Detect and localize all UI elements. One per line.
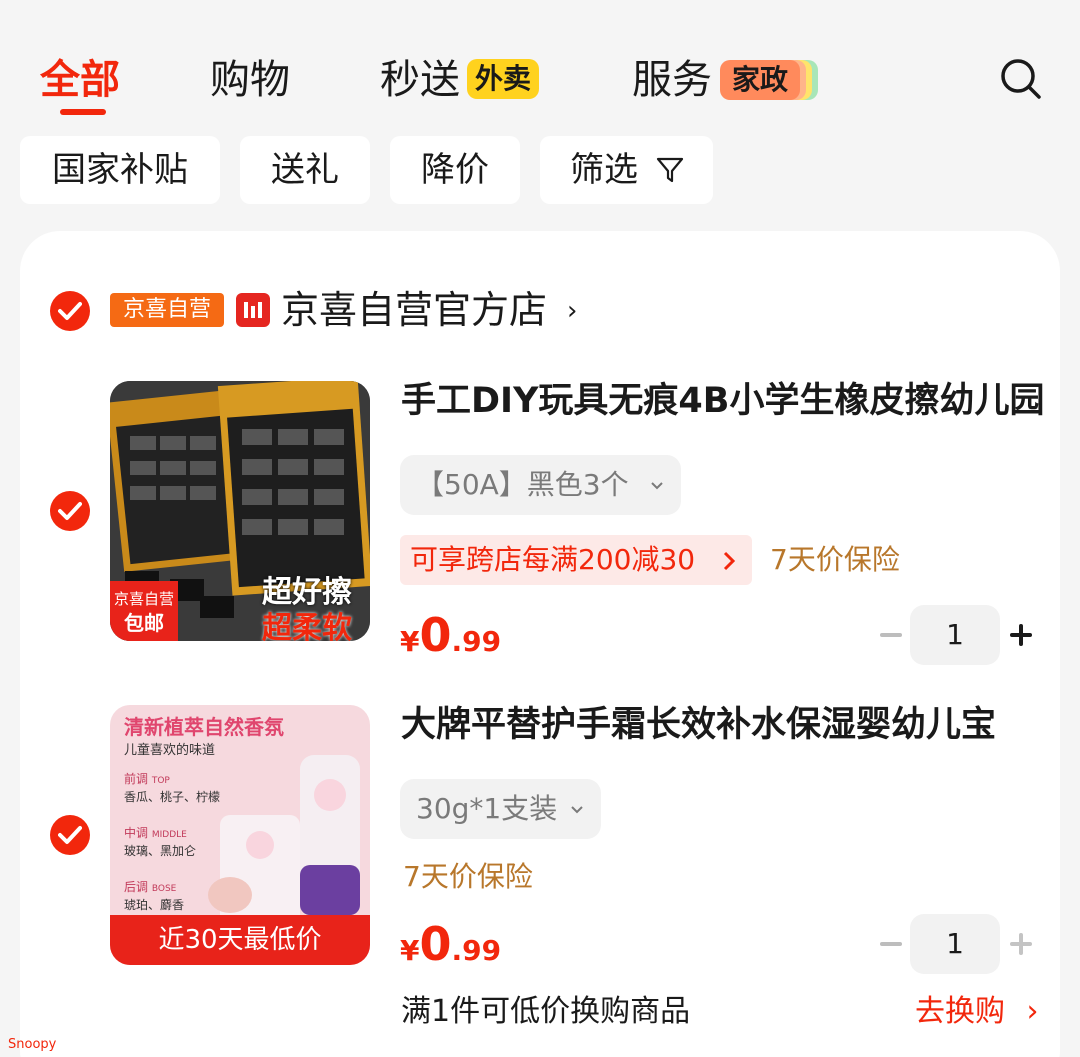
top-tab-bar: 全部 购物 秒送 外卖 服务 家政 bbox=[0, 0, 1080, 125]
product-title[interactable]: 手工DIY玩具无痕4B小学生橡皮擦幼儿园 bbox=[401, 378, 1044, 424]
quantity-increase-button[interactable] bbox=[1010, 933, 1032, 955]
thumb-headline: 清新植萃自然香氛 bbox=[124, 715, 284, 739]
checkmark-icon bbox=[58, 826, 82, 844]
chevron-down-icon bbox=[651, 482, 663, 490]
watermark-text: Snoopy bbox=[8, 1037, 57, 1052]
store-logo-icon bbox=[236, 293, 270, 327]
search-icon[interactable] bbox=[1000, 58, 1042, 100]
thumb-note-base: 后调 BOSE 琥珀、麝香 bbox=[124, 880, 185, 912]
product-price: ¥0.99 bbox=[400, 917, 502, 971]
product-spec-selector[interactable]: 【50A】黑色3个 bbox=[400, 455, 681, 515]
tab-all[interactable]: 全部 bbox=[40, 56, 120, 104]
item-select-checkbox[interactable] bbox=[50, 815, 90, 855]
product-thumbnail-eraser[interactable]: 京喜自营 包邮 超好擦 超柔软 bbox=[110, 381, 370, 641]
quantity-increase-button[interactable] bbox=[1010, 624, 1032, 646]
service-housekeeping-badge: 家政 bbox=[720, 60, 820, 100]
chevron-right-icon[interactable]: › bbox=[567, 296, 577, 326]
store-select-checkbox[interactable] bbox=[50, 291, 90, 331]
active-tab-indicator bbox=[60, 109, 106, 115]
chevron-right-icon: › bbox=[1026, 994, 1039, 1029]
quantity-input[interactable]: 1 bbox=[910, 914, 1000, 974]
tab-shopping[interactable]: 购物 bbox=[210, 56, 290, 104]
lowest-price-banner: 近30天最低价 bbox=[110, 915, 370, 965]
tab-express[interactable]: 秒送 bbox=[380, 56, 460, 104]
filter-chip-gift[interactable]: 送礼 bbox=[240, 136, 370, 204]
thumb-note-middle: 中调 MIDDLE 玻璃、黑加仑 bbox=[124, 826, 197, 858]
quantity-decrease-button[interactable] bbox=[880, 942, 902, 946]
item-select-checkbox[interactable] bbox=[50, 491, 90, 531]
filter-chip-subsidy[interactable]: 国家补贴 bbox=[20, 136, 220, 204]
quantity-decrease-button[interactable] bbox=[880, 633, 902, 637]
tab-service[interactable]: 服务 bbox=[632, 56, 712, 104]
promo-text: 可享跨店每满200减30 bbox=[410, 543, 696, 576]
checkmark-icon bbox=[58, 302, 82, 320]
exchange-purchase-note: 满1件可低价换购商品 bbox=[401, 994, 691, 1029]
filter-chip-filter-label: 筛选 bbox=[570, 150, 638, 190]
funnel-icon bbox=[656, 157, 684, 183]
filter-chip-price-drop[interactable]: 降价 bbox=[390, 136, 520, 204]
hand-cream-tubes-image bbox=[208, 755, 360, 925]
checkmark-icon bbox=[58, 502, 82, 520]
cross-store-promo[interactable]: 可享跨店每满200减30 bbox=[400, 535, 752, 585]
product-spec-selector[interactable]: 30g*1支装 bbox=[400, 779, 601, 839]
product-price: ¥0.99 bbox=[400, 608, 502, 662]
price-protection-badge[interactable]: 7天价保险 bbox=[770, 540, 900, 580]
thumb-slogan-2: 超柔软 bbox=[262, 611, 352, 641]
product-spec-label: 30g*1支装 bbox=[416, 792, 558, 825]
store-self-operated-badge: 京喜自营 bbox=[110, 293, 224, 327]
service-housekeeping-label: 家政 bbox=[720, 60, 800, 100]
product-thumbnail-hand-cream[interactable]: 清新植萃自然香氛 儿童喜欢的味道 前调 TOP 香瓜、桃子、柠檬 中调 MIDD… bbox=[110, 705, 370, 965]
chevron-down-icon bbox=[571, 806, 583, 814]
quantity-input[interactable]: 1 bbox=[910, 605, 1000, 665]
product-spec-label: 【50A】黑色3个 bbox=[416, 468, 629, 501]
exchange-purchase-link[interactable]: 去换购 › bbox=[915, 992, 1039, 1032]
product-title[interactable]: 大牌平替护手霜长效补水保湿婴幼儿宝 bbox=[401, 702, 996, 748]
store-name[interactable]: 京喜自营官方店 bbox=[281, 286, 547, 334]
chevron-right-icon bbox=[723, 551, 736, 571]
price-protection-badge[interactable]: 7天价保险 bbox=[403, 857, 533, 897]
express-takeout-badge: 外卖 bbox=[467, 59, 540, 99]
filter-chip-filter[interactable]: 筛选 bbox=[540, 136, 713, 204]
thumb-self-operated-tag: 京喜自营 包邮 bbox=[110, 581, 178, 641]
